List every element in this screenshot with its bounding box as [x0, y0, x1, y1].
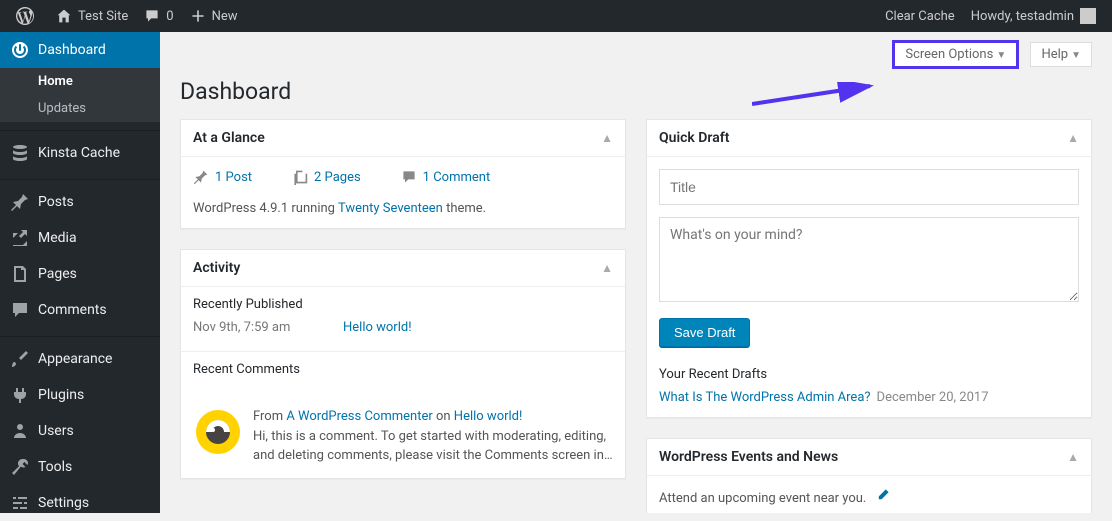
wordpress-icon [16, 7, 34, 25]
toggle-widget-icon[interactable]: ▲ [601, 131, 613, 145]
comments-count: 0 [166, 9, 173, 24]
sidebar-item-media[interactable]: Media [0, 220, 160, 256]
page-icon [10, 264, 30, 284]
main-content: Screen Options▼ Help▼ Dashboard At a Gla… [160, 32, 1112, 513]
theme-link[interactable]: Twenty Seventeen [338, 201, 443, 216]
sidebar-item-updates[interactable]: Updates [0, 95, 160, 122]
sidebar-item-kinsta-cache[interactable]: Kinsta Cache [0, 135, 160, 171]
publish-date: Nov 9th, 7:59 am [193, 320, 343, 335]
sidebar-item-label: Dashboard [38, 42, 106, 58]
recent-drafts-heading: Your Recent Drafts [659, 367, 1079, 382]
plug-icon [10, 385, 30, 405]
sidebar-item-tools[interactable]: Tools [0, 449, 160, 485]
events-news-widget: WordPress Events and News ▲ Attend an up… [646, 438, 1092, 513]
avatar [1080, 8, 1096, 24]
post-link[interactable]: Hello world! [343, 320, 412, 335]
sidebar-item-posts[interactable]: Posts [0, 184, 160, 220]
at-a-glance-widget: At a Glance ▲ 1 Post 2 Pages 1 Comment W… [180, 119, 626, 229]
sidebar-item-label: Plugins [38, 387, 84, 403]
recently-published-heading: Recently Published [193, 297, 613, 312]
caret-down-icon: ▼ [996, 50, 1006, 61]
activity-widget: Activity ▲ Recently Published Nov 9th, 7… [180, 249, 626, 479]
user-icon [10, 421, 30, 441]
page-title: Dashboard [180, 69, 1092, 119]
brush-icon [10, 349, 30, 369]
wrench-icon [10, 457, 30, 477]
sidebar-item-label: Posts [38, 194, 74, 210]
sidebar-item-label: Comments [38, 302, 107, 318]
sidebar-item-label: Settings [38, 495, 89, 511]
draft-date: December 20, 2017 [877, 390, 989, 405]
comment-text: Hi, this is a comment. To get started wi… [253, 429, 613, 464]
widget-title: Quick Draft [659, 130, 1067, 146]
toggle-widget-icon[interactable]: ▲ [1067, 131, 1079, 145]
help-button[interactable]: Help▼ [1030, 42, 1092, 67]
comment-icon [10, 300, 30, 320]
widget-title: WordPress Events and News [659, 449, 1067, 465]
sidebar-item-pages[interactable]: Pages [0, 256, 160, 292]
gravatar-icon [193, 407, 243, 457]
sidebar-item-label: Tools [38, 459, 72, 475]
screen-meta-tabs: Screen Options▼ Help▼ [180, 32, 1092, 69]
draft-content-textarea[interactable] [659, 217, 1079, 302]
sidebar-item-settings[interactable]: Settings [0, 485, 160, 521]
site-name-link[interactable]: Test Site [48, 0, 136, 32]
pin-icon [10, 192, 30, 212]
sidebar-item-appearance[interactable]: Appearance [0, 341, 160, 377]
sidebar-item-label: Pages [38, 266, 77, 282]
howdy-label: Howdy, testadmin [971, 9, 1074, 24]
media-icon [10, 228, 30, 248]
dashboard-submenu: Home Updates [0, 68, 160, 122]
sidebar-item-label: Media [38, 230, 77, 246]
sidebar-item-home[interactable]: Home [0, 68, 160, 95]
sidebar-item-users[interactable]: Users [0, 413, 160, 449]
toggle-widget-icon[interactable]: ▲ [1067, 450, 1079, 464]
widget-title: Activity [193, 260, 601, 276]
caret-down-icon: ▼ [1071, 50, 1081, 61]
clear-cache-link[interactable]: Clear Cache [877, 0, 963, 32]
plus-icon [190, 8, 206, 24]
draft-link[interactable]: What Is The WordPress Admin Area? [659, 390, 871, 405]
screen-options-button[interactable]: Screen Options▼ [892, 40, 1019, 69]
dashboard-icon [10, 40, 30, 60]
clear-cache-label: Clear Cache [885, 9, 955, 24]
sidebar-item-comments[interactable]: Comments [0, 292, 160, 328]
admin-toolbar: Test Site 0 New Clear Cache Howdy, testa… [0, 0, 1112, 32]
wp-version-text: WordPress 4.9.1 running Twenty Seventeen… [193, 195, 613, 216]
comment-post-link[interactable]: Hello world! [454, 409, 523, 424]
comments-icon [144, 8, 160, 24]
sliders-icon [10, 493, 30, 513]
edit-location-button[interactable] [876, 491, 890, 506]
pages-count-link[interactable]: 2 Pages [292, 169, 361, 185]
sidebar-item-plugins[interactable]: Plugins [0, 377, 160, 413]
new-label: New [212, 9, 238, 24]
posts-count-link[interactable]: 1 Post [193, 169, 252, 185]
comments-count-link[interactable]: 1 Comment [401, 169, 491, 185]
pages-icon [292, 169, 308, 185]
sidebar-item-label: Kinsta Cache [38, 145, 120, 161]
comment-item: From A WordPress Commenter on Hello worl… [181, 395, 625, 478]
comment-author-link[interactable]: A WordPress Commenter [286, 409, 432, 424]
home-icon [56, 8, 72, 24]
database-icon [10, 143, 30, 163]
recent-comments-heading: Recent Comments [193, 362, 613, 377]
save-draft-button[interactable]: Save Draft [659, 318, 750, 347]
sidebar-item-label: Appearance [38, 351, 112, 367]
comment-icon [401, 169, 417, 185]
wp-logo[interactable] [8, 0, 48, 32]
events-attend-text: Attend an upcoming event near you. [659, 491, 866, 506]
draft-title-input[interactable] [659, 169, 1079, 205]
account-link[interactable]: Howdy, testadmin [963, 0, 1104, 32]
quick-draft-widget: Quick Draft ▲ Save Draft Your Recent Dra… [646, 119, 1092, 418]
toggle-widget-icon[interactable]: ▲ [601, 261, 613, 275]
admin-sidebar: Dashboard Home Updates Kinsta Cache Post… [0, 32, 160, 513]
pin-icon [193, 169, 209, 185]
new-content-link[interactable]: New [182, 0, 246, 32]
comments-link[interactable]: 0 [136, 0, 181, 32]
sidebar-item-dashboard[interactable]: Dashboard [0, 32, 160, 68]
site-name-label: Test Site [78, 9, 128, 24]
sidebar-item-label: Users [38, 423, 74, 439]
widget-title: At a Glance [193, 130, 601, 146]
